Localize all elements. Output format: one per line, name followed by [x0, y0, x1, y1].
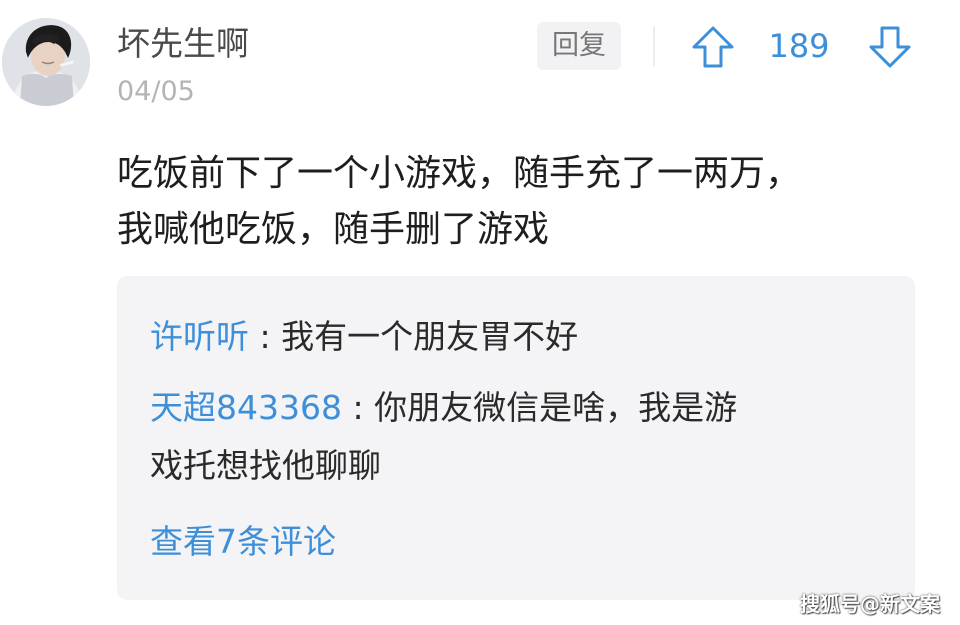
avatar[interactable] — [2, 18, 90, 106]
reply-line: 天超843368 : 你朋友微信是啥，我是游 — [150, 379, 890, 437]
reply-line: 许听听 : 我有一个朋友胃不好 — [150, 308, 890, 366]
replies-panel: 许听听 : 我有一个朋友胃不好 天超843368 : 你朋友微信是啥，我是游 戏… — [117, 276, 915, 600]
comment-content: 吃饭前下了一个小游戏，随手充了一两万， 我喊他吃饭，随手删了游戏 — [117, 146, 917, 258]
reply-author[interactable]: 许听听 — [150, 317, 249, 356]
reply-line: 戏托想找他聊聊 — [150, 446, 381, 485]
reply-text: 你朋友微信是啥，我是游 — [374, 388, 738, 427]
reply-button[interactable]: 回复 — [537, 22, 621, 70]
comment-content-line: 吃饭前下了一个小游戏，随手充了一两万， — [117, 153, 802, 194]
reply-item[interactable]: 许听听 : 我有一个朋友胃不好 — [150, 308, 890, 366]
arrow-up-icon — [692, 26, 734, 68]
watermark: 搜狐号@新文案 — [800, 592, 940, 616]
username[interactable]: 坏先生啊 — [117, 22, 249, 66]
upvote-button[interactable] — [688, 22, 738, 72]
divider — [653, 26, 655, 66]
comment-card: 坏先生啊 04/05 回复 189 吃饭前下了一个小游戏，随手充了一两万， 我喊… — [0, 0, 960, 625]
reply-text: 我有一个朋友胃不好 — [281, 317, 579, 356]
vote-count: 189 — [768, 27, 830, 65]
view-more-comments-link[interactable]: 查看7条评论 — [150, 513, 336, 571]
reply-author[interactable]: 天超843368 — [150, 388, 342, 427]
avatar-photo — [2, 18, 90, 106]
downvote-button[interactable] — [865, 22, 915, 72]
reply-separator: : — [249, 317, 282, 356]
comment-date: 04/05 — [117, 76, 195, 107]
reply-separator: : — [341, 388, 375, 427]
arrow-down-icon — [869, 26, 911, 68]
comment-content-line: 我喊他吃饭，随手删了游戏 — [117, 209, 550, 250]
reply-item[interactable]: 天超843368 : 你朋友微信是啥，我是游 戏托想找他聊聊 — [150, 379, 890, 495]
